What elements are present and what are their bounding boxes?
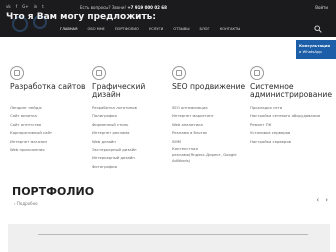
site-header: vk f G+ in t Есть вопросы? Звони! +7 919… (0, 0, 336, 37)
portfolio-title: ПОРТФОЛИО (12, 185, 95, 198)
service-item[interactable]: Настройка сетевого оборудования (250, 112, 326, 120)
seo-icon (172, 66, 186, 80)
service-item[interactable]: Интерьерный дизайн (92, 154, 168, 162)
main-nav: ГЛАВНАЯ ОБО МНЕ ПОРТФОЛИО УСЛУГИ ОТЗЫВЫ … (60, 27, 240, 31)
nav-item-about[interactable]: ОБО МНЕ (87, 27, 104, 31)
login-link[interactable]: Войти (315, 5, 328, 10)
nav-item-blog[interactable]: БЛОГ (200, 27, 210, 31)
carousel-prev-icon[interactable]: ‹ (316, 196, 319, 204)
carousel-next-icon[interactable]: › (325, 196, 328, 204)
service-item[interactable]: Реклама в блогах (172, 129, 248, 137)
service-item[interactable]: Интернет реклама (92, 129, 168, 137)
service-title[interactable]: Графический дизайн (92, 82, 168, 100)
social-link-google[interactable]: G+ (22, 4, 28, 9)
service-item[interactable]: Контекстная реклама(Яндекс.Директ, Googl… (172, 146, 244, 164)
chevron-right-icon: › (14, 201, 16, 206)
portfolio-more-label: Подробно (16, 201, 38, 206)
service-item[interactable]: Лендинг пейдж (10, 104, 86, 112)
social-link-vk[interactable]: vk (6, 4, 11, 9)
service-column-web: Разработка сайтов Лендинг пейдж Сайт виз… (10, 66, 86, 154)
service-item[interactable]: Полиграфия (92, 112, 168, 120)
service-item[interactable]: Сайт визитка (10, 112, 86, 120)
service-item[interactable]: Фотография (92, 163, 168, 171)
service-column-seo: SEO продвижение SEO оптимизация Интернет… (172, 66, 248, 164)
consult-subtitle: в WhatsApp (299, 49, 322, 54)
design-icon (92, 66, 106, 80)
service-list: Прокладка сети Настройка сетевого оборуд… (250, 104, 326, 146)
nav-item-portfolio[interactable]: ПОРТФОЛИО (115, 27, 139, 31)
nav-item-home[interactable]: ГЛАВНАЯ (60, 27, 77, 31)
service-list: Лендинг пейдж Сайт визитка Сайт агентств… (10, 104, 86, 154)
service-item[interactable]: Настройка серверов (250, 138, 326, 146)
service-item[interactable]: Корпоративный сайт (10, 129, 86, 137)
service-item[interactable]: Ремонт ПК (250, 121, 326, 129)
social-link-twitter[interactable]: t (42, 4, 44, 9)
service-item[interactable]: Интернет магазин (10, 138, 86, 146)
service-item[interactable]: Установка серверов (250, 129, 326, 137)
nav-item-services[interactable]: УСЛУГИ (149, 27, 163, 31)
service-list: Разработка логотипов Полиграфия Фирменны… (92, 104, 168, 171)
services-section: Разработка сайтов Лендинг пейдж Сайт виз… (10, 66, 332, 176)
portfolio-carousel (8, 224, 330, 252)
service-column-design: Графический дизайн Разработка логотипов … (92, 66, 168, 171)
nav-item-reviews[interactable]: ОТЗЫВЫ (173, 27, 189, 31)
service-title[interactable]: Системное администрирование (250, 82, 332, 100)
service-item[interactable]: Интернет маркетинг (172, 112, 248, 120)
service-title[interactable]: Разработка сайтов (10, 82, 86, 100)
service-item[interactable]: Разработка логотипов (92, 104, 168, 112)
service-item[interactable]: Фирменный стиль (92, 121, 168, 129)
service-list: SEO оптимизация Интернет маркетинг Web а… (172, 104, 248, 164)
service-item[interactable]: Прокладка сети (250, 104, 326, 112)
portfolio-carousel-controls: ‹ › (316, 196, 328, 204)
service-item[interactable]: Web приложения (10, 146, 86, 154)
service-item[interactable]: Сайт агентства (10, 121, 86, 129)
service-column-sysadmin: Системное администрирование Прокладка се… (250, 66, 332, 146)
consult-title: Консультация (299, 43, 330, 48)
service-title[interactable]: SEO продвижение (172, 82, 248, 100)
intro-heading: Что я Вам могу предложить: (6, 12, 156, 22)
phone-prefix: Есть вопросы? Звони! (80, 5, 127, 10)
web-dev-icon (10, 66, 24, 80)
contact-phone: Есть вопросы? Звони! +7 919 000 02 68 (80, 5, 167, 10)
portfolio-more-link[interactable]: › Подробно (14, 201, 38, 206)
service-item[interactable]: Web дизайн (92, 138, 168, 146)
service-item[interactable]: SEO оптимизация (172, 104, 248, 112)
service-item[interactable]: Экстерьерный дизайн (92, 146, 168, 154)
social-link-linkedin[interactable]: in (34, 4, 38, 9)
social-link-facebook[interactable]: f (16, 4, 17, 9)
phone-number[interactable]: +7 919 000 02 68 (127, 5, 167, 10)
whatsapp-consult-button[interactable]: Консультация в WhatsApp (296, 40, 336, 59)
portfolio-thumbnail-placeholder[interactable] (38, 234, 308, 235)
sysadmin-icon (250, 66, 264, 80)
service-item[interactable]: SMM (172, 138, 248, 146)
search-icon[interactable] (314, 25, 322, 33)
service-item[interactable]: Web аналитика (172, 121, 248, 129)
nav-item-contacts[interactable]: КОНТАКТЫ (220, 27, 241, 31)
social-links: vk f G+ in t (6, 4, 44, 9)
